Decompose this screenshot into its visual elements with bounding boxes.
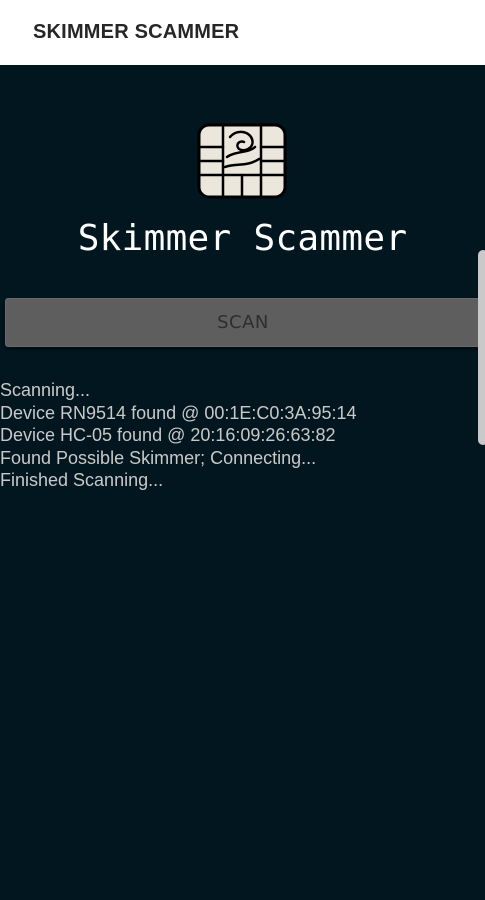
log-line: Finished Scanning... xyxy=(0,470,164,490)
scan-button[interactable]: SCAN xyxy=(5,298,481,347)
chip-card-icon xyxy=(197,123,287,199)
scan-button-label: SCAN xyxy=(217,312,269,333)
app-name: Skimmer Scammer xyxy=(77,218,408,259)
log-line: Device RN9514 found @ 00:1E:C0:3A:95:14 xyxy=(0,402,357,423)
log-line: Scanning... xyxy=(0,380,91,400)
log-line: Device HC-05 found @ 20:16:09:26:63:82 xyxy=(0,425,336,445)
app-bar: SKIMMER SCAMMER xyxy=(0,0,485,65)
log-line: Found Possible Skimmer; Connecting... xyxy=(0,447,317,468)
app-bar-title: SKIMMER SCAMMER xyxy=(33,21,240,43)
scan-log: Scanning... Device RN9514 found @ 00:1E:… xyxy=(0,379,470,492)
scroll-indicator[interactable] xyxy=(478,250,485,445)
